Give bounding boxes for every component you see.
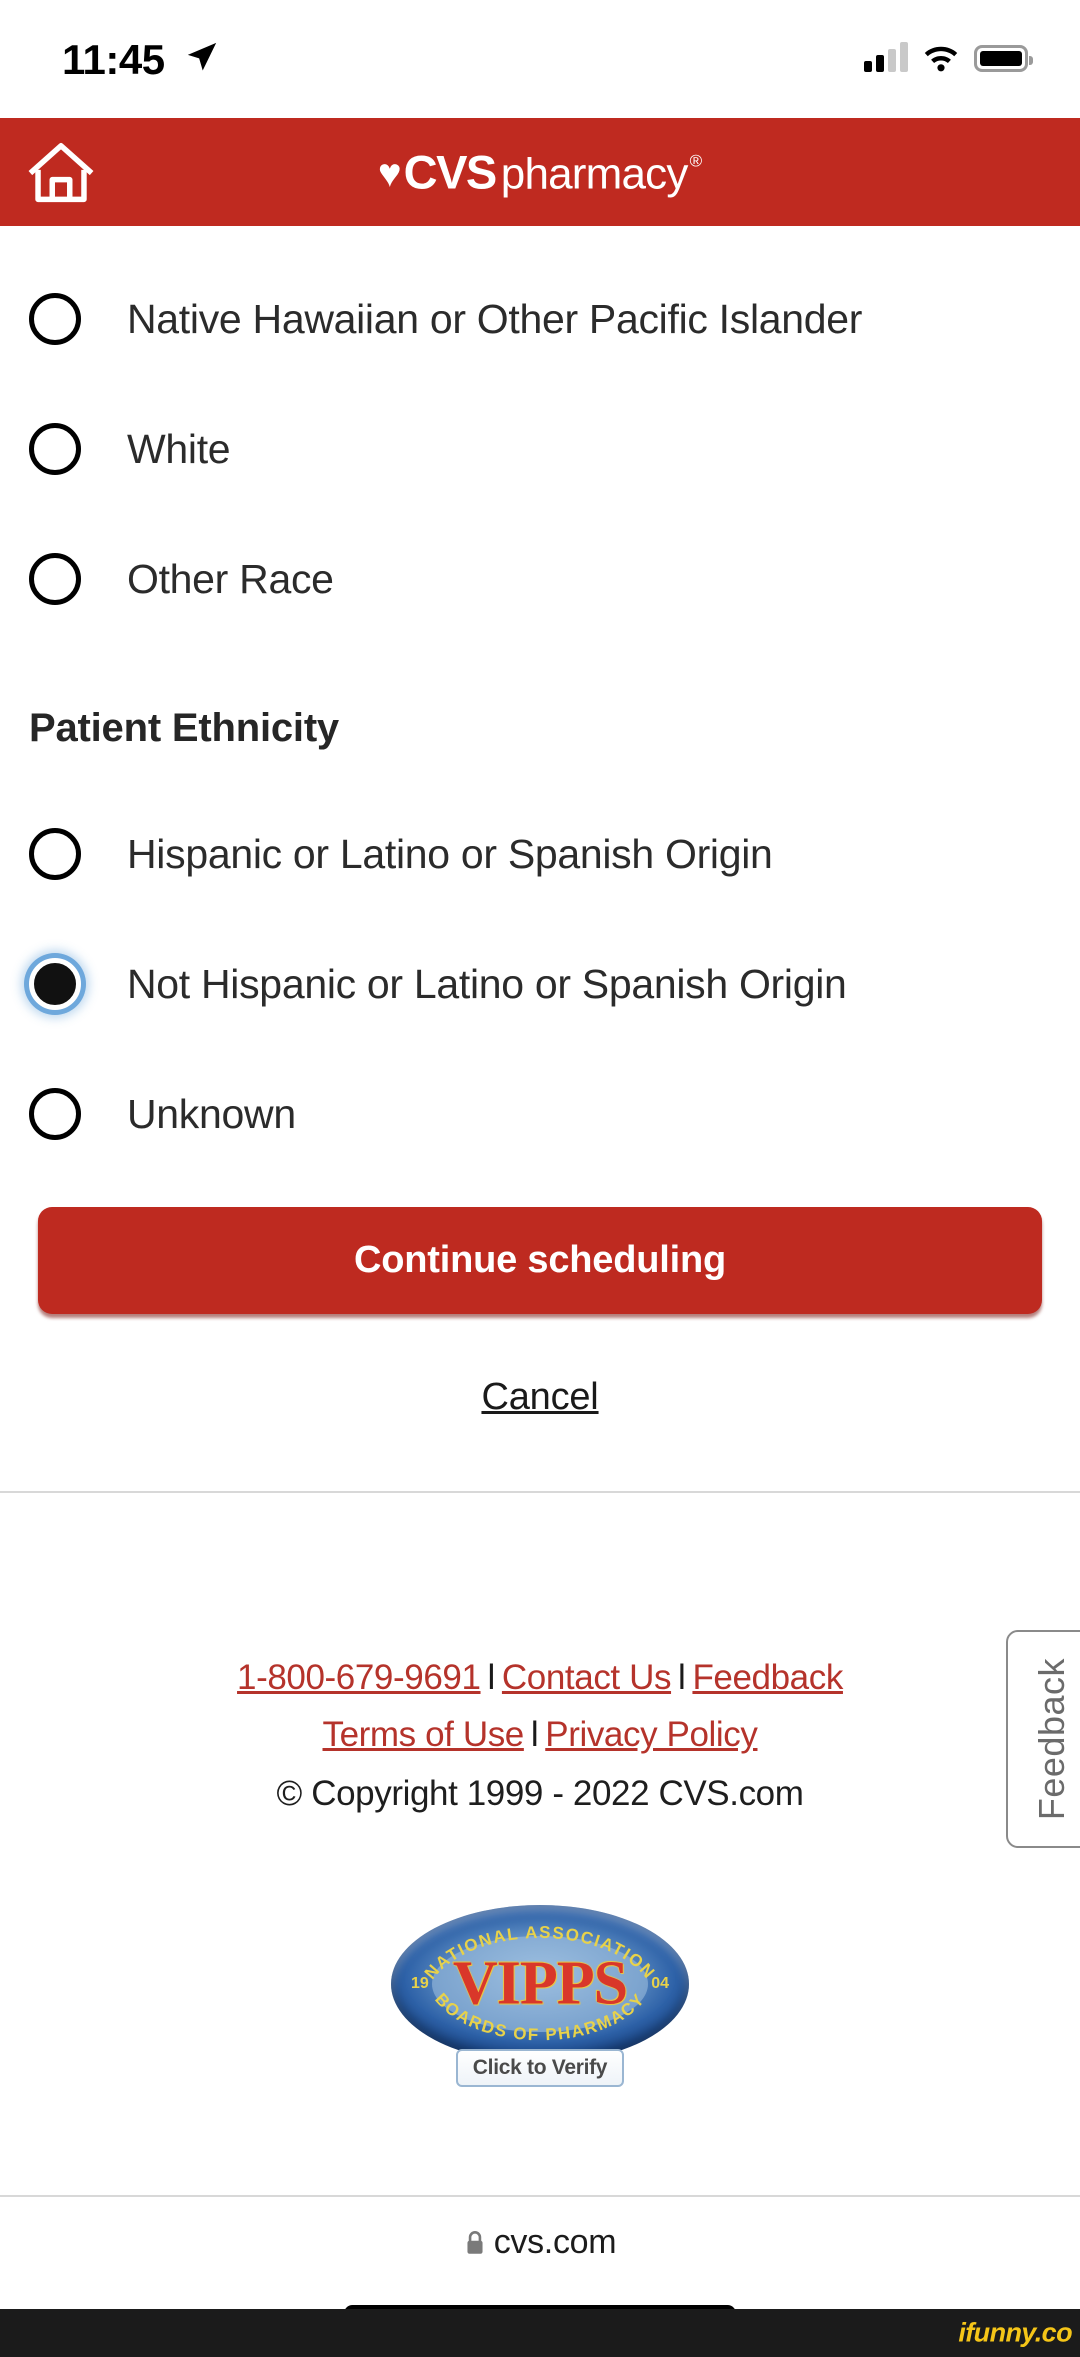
battery-icon [974, 45, 1033, 72]
phone-screen: 11:45 ♥ CVS pharmacy ® Native Hawaiian o… [0, 0, 1080, 2357]
cvs-header-bar: ♥ CVS pharmacy ® [0, 118, 1080, 226]
radio-option-hispanic-latino[interactable]: Hispanic or Latino or Spanish Origin [0, 789, 1080, 919]
home-icon [28, 143, 94, 203]
radio-button[interactable] [29, 1088, 81, 1140]
ios-status-bar: 11:45 [0, 0, 1080, 118]
brand-name-cvs: CVS [403, 145, 498, 199]
vipps-verification-badge[interactable]: NATIONAL ASSOCIATION BOARDS OF PHARMACY … [0, 1905, 1080, 2087]
radio-label: Not Hispanic or Latino or Spanish Origin [127, 960, 847, 1007]
radio-option-not-hispanic-latino[interactable]: Not Hispanic or Latino or Spanish Origin [0, 919, 1080, 1049]
click-to-verify-button[interactable]: Click to Verify [456, 2049, 624, 2087]
radio-label: Other Race [127, 555, 334, 602]
radio-label: White [127, 425, 231, 472]
brand-name-pharmacy: pharmacy [500, 149, 689, 199]
copyright-text: © Copyright 1999 - 2022 CVS.com [276, 1774, 804, 1813]
link-separator: l [530, 1715, 539, 1754]
link-separator: l [678, 1658, 686, 1697]
lock-icon [467, 2230, 483, 2254]
contact-us-link[interactable]: Contact Us [502, 1658, 672, 1697]
section-title-patient-ethnicity: Patient Ethnicity [29, 706, 339, 750]
vipps-wordmark: VIPPS [452, 1949, 628, 2018]
wifi-icon [924, 46, 958, 72]
url-text: cvs.com [493, 2223, 617, 2261]
link-separator: l [487, 1658, 496, 1697]
vipps-year-right: 04 [651, 1975, 669, 1992]
feedback-link[interactable]: Feedback [692, 1658, 843, 1697]
ifunny-watermark-bar: ifunny.co [0, 2309, 1080, 2357]
vipps-registered-symbol: ® [671, 2042, 683, 2059]
home-button[interactable] [20, 134, 102, 210]
cellular-signal-icon [864, 42, 908, 72]
status-bar-time: 11:45 [62, 36, 165, 83]
footer-links-row-1: 1-800-679-9691 l Contact Us l Feedback [0, 1660, 1080, 1695]
vipps-year-left: 19 [411, 1975, 429, 1992]
cancel-link[interactable]: Cancel [0, 1376, 1080, 1419]
feedback-tab-label: Feedback [1031, 1657, 1072, 1821]
divider [0, 1491, 1080, 1493]
registered-trademark-symbol: ® [689, 151, 703, 171]
radio-option-unknown[interactable]: Unknown [0, 1049, 1080, 1179]
click-to-verify-label: Click to Verify [472, 2056, 608, 2079]
vipps-seal: NATIONAL ASSOCIATION BOARDS OF PHARMACY … [391, 1905, 689, 2063]
radio-label: Hispanic or Latino or Spanish Origin [127, 830, 773, 877]
status-bar-indicators [864, 38, 1033, 72]
privacy-policy-link[interactable]: Privacy Policy [545, 1715, 758, 1754]
radio-button[interactable] [29, 423, 81, 475]
terms-of-use-link[interactable]: Terms of Use [323, 1715, 525, 1754]
cvs-pharmacy-logo[interactable]: ♥ CVS pharmacy ® [378, 145, 702, 200]
footer-links-row-2: Terms of Use l Privacy Policy [0, 1717, 1080, 1752]
site-footer: 1-800-679-9691 l Contact Us l Feedback Terms… [0, 1660, 1080, 1814]
radio-option-native-hawaiian[interactable]: Native Hawaiian or Other Pacific Islande… [0, 254, 1080, 384]
heart-icon: ♥ [377, 151, 402, 196]
radio-button-selected[interactable] [29, 958, 81, 1010]
radio-option-other-race[interactable]: Other Race [0, 514, 1080, 644]
continue-scheduling-button[interactable]: Continue scheduling [38, 1207, 1042, 1314]
radio-label: Unknown [127, 1090, 296, 1137]
patient-demographics-form: Native Hawaiian or Other Pacific Islande… [0, 226, 1080, 1493]
radio-button[interactable] [29, 553, 81, 605]
radio-label: Native Hawaiian or Other Pacific Islande… [127, 295, 863, 342]
browser-url-bar[interactable]: cvs.com [0, 2195, 1080, 2288]
ifunny-watermark-text: ifunny.co [958, 2317, 1072, 2348]
radio-button[interactable] [29, 293, 81, 345]
radio-option-white[interactable]: White [0, 384, 1080, 514]
phone-link[interactable]: 1-800-679-9691 [237, 1658, 481, 1697]
radio-button[interactable] [29, 828, 81, 880]
location-arrow-icon [187, 42, 217, 71]
feedback-side-tab[interactable]: Feedback [1006, 1630, 1080, 1848]
